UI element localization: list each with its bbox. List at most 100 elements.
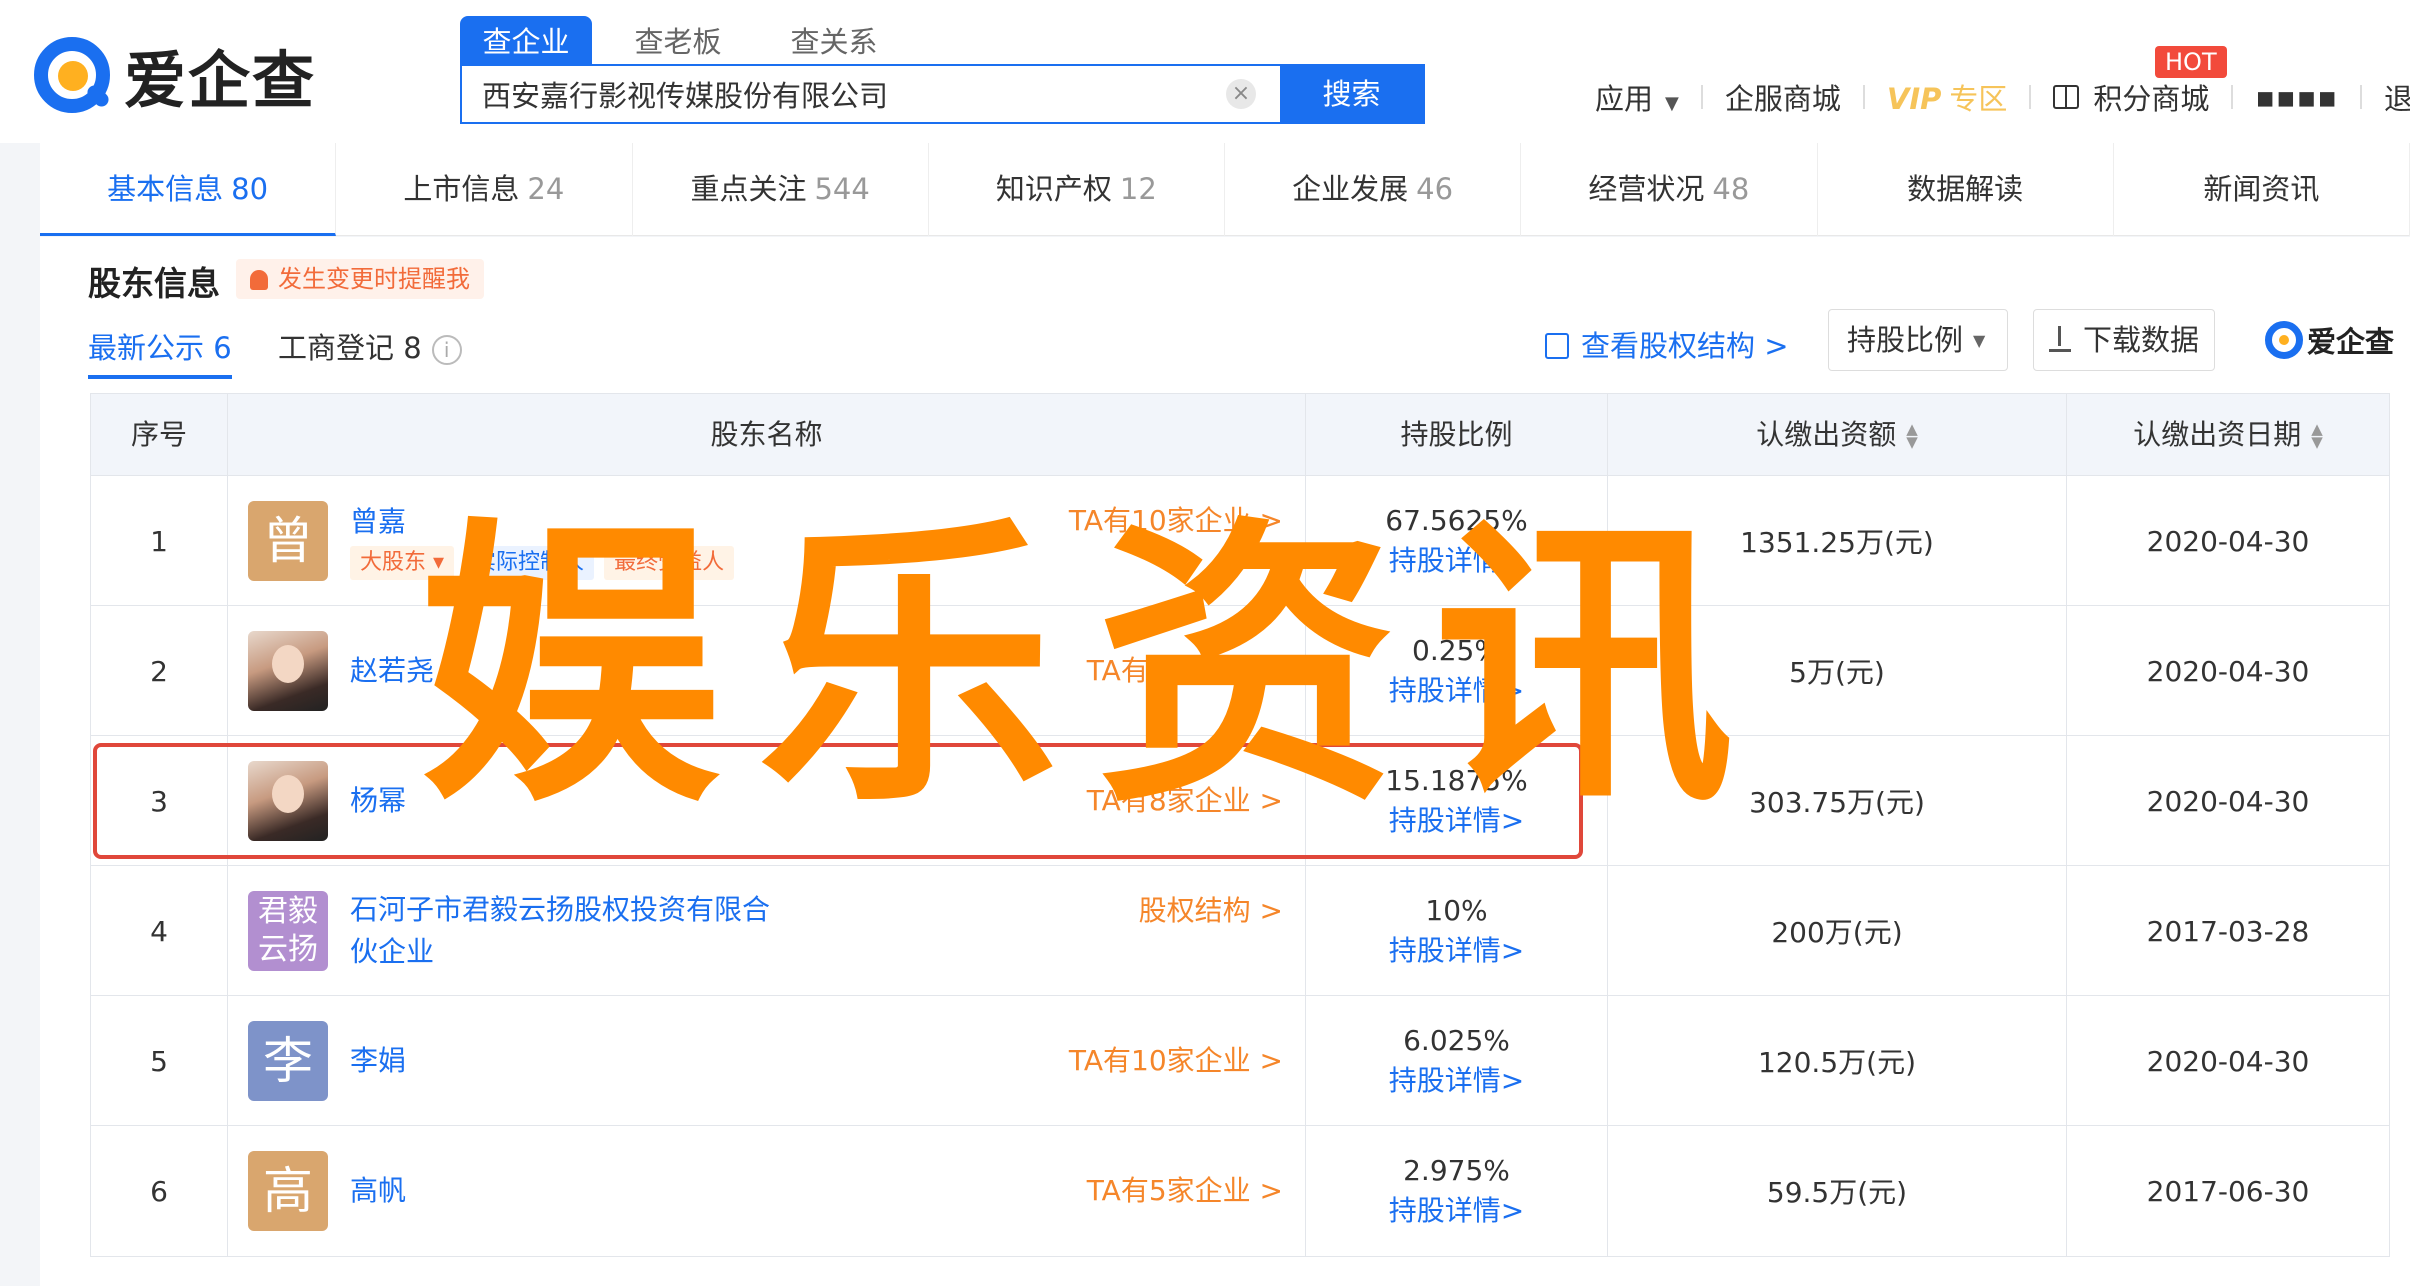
bell-icon — [250, 270, 268, 290]
holder-name-link[interactable]: 高帆 — [350, 1171, 406, 1211]
date-cell: 2020-04-30 — [2146, 1044, 2310, 1078]
ratio-sort-select[interactable]: 持股比例 ▼ — [1828, 309, 2008, 371]
tab-listing-info[interactable]: 上市信息 24 — [336, 143, 633, 236]
holder-name-link[interactable]: 石河子市君毅云扬股权投资有限合伙企业 — [350, 889, 770, 973]
holder-cell: 高 高帆 TA有5家企业 > — [228, 1126, 1306, 1256]
related-companies-link[interactable]: TA有10家企业 > — [1069, 996, 1283, 1126]
holding-detail-link[interactable]: 持股详情> — [1389, 1191, 1524, 1231]
date-cell: 2020-04-30 — [2146, 654, 2310, 688]
search-button[interactable]: 搜索 — [1280, 66, 1423, 122]
chevron-down-icon: ▼ — [1973, 331, 1986, 350]
tab-count: 544 — [814, 172, 870, 206]
search-box: × 搜索 — [460, 64, 1425, 124]
col-label: 认缴出资日期 — [2133, 418, 2302, 451]
ratio-value: 6.025% — [1403, 1024, 1510, 1057]
tab-key-focus[interactable]: 重点关注 544 — [633, 143, 929, 236]
tab-search-company[interactable]: 查企业 — [460, 16, 592, 64]
vip-zone-label: 专区 — [1949, 82, 2008, 116]
ratio-cell: 2.975% 持股详情> — [1306, 1126, 1608, 1256]
divider — [2029, 85, 2032, 109]
tab-count: 48 — [1712, 172, 1750, 206]
mini-logo-text: 爱企查 — [2307, 325, 2395, 359]
tab-development[interactable]: 企业发展 46 — [1225, 143, 1522, 236]
tab-search-boss[interactable]: 查老板 — [608, 16, 748, 64]
row-index: 2 — [91, 606, 228, 736]
col-date[interactable]: 认缴出资日期 ▲ ▼ — [2067, 394, 2389, 476]
logout-link[interactable]: 退出 — [2384, 76, 2410, 118]
amount-cell: 200万(元) — [1608, 866, 2067, 996]
tab-label: 企业发展 — [1292, 172, 1409, 206]
search-input[interactable] — [462, 66, 1226, 122]
tab-label: 数据解读 — [1907, 172, 2024, 206]
tab-label: 工商登记 8 — [278, 331, 422, 365]
sort-icon[interactable]: ▲ ▼ — [2311, 422, 2323, 450]
mini-logo: 爱企查 — [2265, 319, 2394, 361]
download-data-button[interactable]: 下载数据 — [2033, 309, 2215, 371]
row-index: 1 — [91, 476, 228, 606]
logo-icon — [2265, 321, 2303, 359]
info-icon[interactable]: i — [431, 335, 462, 365]
equity-structure-link[interactable]: 股权结构 > — [1139, 888, 1283, 934]
holding-detail-link[interactable]: 持股详情> — [1389, 931, 1524, 971]
amount-cell: 120.5万(元) — [1608, 996, 2067, 1126]
vip-label: VIP — [1886, 82, 1942, 116]
top-header: 爱企查 查企业 查老板 查关系 × 搜索 应用 ▼ 企服商城 VIP专区 积分商城… — [0, 0, 2410, 143]
date-cell: 2017-06-30 — [2146, 1174, 2310, 1208]
tab-latest-public[interactable]: 最新公示 6 — [88, 325, 232, 379]
table-header: 序号 股东名称 持股比例 认缴出资额 ▲ ▼ 认缴出资日期 ▲ ▼ — [91, 394, 2389, 476]
watermark-text: 娱乐资讯 — [420, 493, 1772, 842]
logo-text: 爱企查 — [124, 44, 317, 117]
col-amount[interactable]: 认缴出资额 ▲ ▼ — [1608, 394, 2067, 476]
category-tabs: 基本信息 80 上市信息 24 重点关注 544 知识产权 12 企业发展 46 经营状况… — [40, 143, 2410, 236]
logo[interactable]: 爱企查 — [30, 30, 316, 120]
avatar: 君毅云扬 — [248, 891, 328, 971]
divider — [1862, 85, 1865, 109]
avatar: 高 — [248, 1151, 328, 1231]
divider — [2360, 85, 2363, 109]
nav-mall[interactable]: 企服商城 — [1725, 76, 1841, 118]
nav-apps[interactable]: 应用 ▼ — [1595, 76, 1679, 118]
tab-news[interactable]: 新闻资讯 — [2114, 143, 2410, 236]
remind-label: 发生变更时提醒我 — [278, 265, 470, 293]
tab-label: 知识产权 — [995, 172, 1112, 206]
table-row: 6 高 高帆 TA有5家企业 > 2.975% 持股详情> 59.5万(元) 2… — [91, 1126, 2389, 1256]
view-equity-structure-link[interactable]: 查看股权结构 > — [1545, 323, 1789, 365]
tab-label: 重点关注 — [690, 172, 807, 206]
clear-icon[interactable]: × — [1226, 79, 1256, 109]
nav-apps-label: 应用 — [1595, 82, 1654, 116]
amount-cell: 59.5万(元) — [1608, 1126, 2067, 1256]
holder-cell: 李 李娟 TA有10家企业 > — [228, 996, 1306, 1126]
holder-name-link[interactable]: 杨幂 — [350, 781, 406, 821]
avatar — [248, 761, 328, 841]
holder-cell: 君毅云扬 石河子市君毅云扬股权投资有限合伙企业 股权结构 > — [228, 866, 1306, 996]
related-companies-link[interactable]: TA有5家企业 > — [1087, 1126, 1283, 1256]
tab-search-relation[interactable]: 查关系 — [764, 16, 904, 64]
equity-structure-icon — [1545, 333, 1569, 359]
tab-data-interpret[interactable]: 数据解读 — [1818, 143, 2114, 236]
user-name[interactable]: ▪︎▪︎▪︎▪︎ — [2255, 80, 2338, 114]
tab-ip[interactable]: 知识产权 12 — [929, 143, 1225, 236]
nav-vip-zone[interactable]: VIP 专区 — [1887, 76, 2008, 118]
tab-business-registration[interactable]: 工商登记 8 i — [278, 325, 462, 367]
tab-label: 基本信息 — [107, 172, 224, 206]
col-name: 股东名称 — [228, 394, 1306, 476]
avatar: 李 — [248, 1021, 328, 1101]
col-ratio: 持股比例 — [1306, 394, 1608, 476]
date-cell: 2017-03-28 — [2146, 914, 2310, 948]
tab-label: 新闻资讯 — [2203, 172, 2320, 206]
col-index: 序号 — [91, 394, 228, 476]
change-remind-button[interactable]: 发生变更时提醒我 — [236, 259, 484, 299]
equity-link-label: 查看股权结构 > — [1581, 329, 1789, 363]
tab-count: 12 — [1119, 172, 1157, 206]
date-cell: 2020-04-30 — [2146, 524, 2310, 558]
holding-detail-link[interactable]: 持股详情> — [1389, 1061, 1524, 1101]
tab-basic-info[interactable]: 基本信息 80 — [40, 143, 337, 236]
row-index: 4 — [91, 866, 228, 996]
chevron-down-icon: ▼ — [1665, 93, 1679, 114]
tab-operation[interactable]: 经营状况 48 — [1521, 143, 1818, 236]
holder-name-link[interactable]: 李娟 — [350, 1041, 406, 1081]
nav-points-mall[interactable]: 积分商城 — [2053, 76, 2209, 118]
tab-count: 46 — [1416, 172, 1454, 206]
nav-points-label: 积分商城 — [2093, 82, 2210, 116]
sort-icon[interactable]: ▲ ▼ — [1906, 422, 1918, 450]
